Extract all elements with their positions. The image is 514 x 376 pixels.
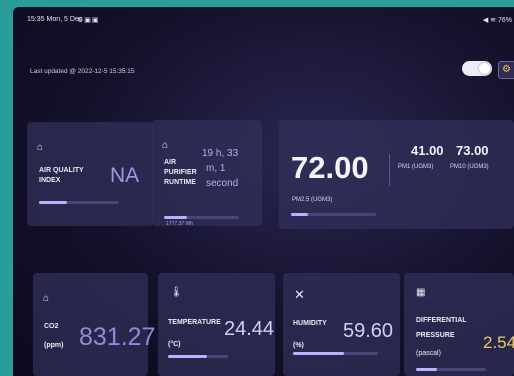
runtime-value: 19 h, 33 m, 1 second (202, 148, 239, 189)
auto-refresh-toggle[interactable] (462, 61, 492, 76)
temperature-card[interactable]: 🌡 TEMPERATURE (°C) 24.44 (158, 273, 275, 376)
runtime-card[interactable]: ⌂ AIR PURIFIER RUNTIME 19 h, 33 m, 1 second … (152, 120, 262, 227)
aqi-bar (39, 201, 119, 204)
pm10-label: PM10 (UGM3) (450, 164, 489, 170)
close-icon: ✕ (294, 287, 305, 302)
pm25-value: 72.00 (291, 150, 369, 185)
pm10-value: 73.00 (456, 143, 489, 158)
temperature-value: 24.44 (224, 318, 275, 340)
runtime-bar (164, 216, 239, 219)
pm25-label: PM2.5 (UGM3) (292, 197, 333, 203)
temperature-label: TEMPERATURE (°C) (168, 319, 221, 348)
status-bar: 15:35 Mon, 5 Dec ⚙▣▣ ◀ ≋ 76% (13, 7, 514, 31)
humidity-label: HUMIDITY (%) (293, 320, 327, 349)
co2-value: 831.27 (79, 323, 156, 351)
runtime-energy: 1777.37 Wh (166, 221, 193, 227)
status-time: 15:35 Mon, 5 Dec (27, 16, 83, 23)
pressure-card[interactable]: ▦ DIFFERENTIAL PRESSURE (pascal) 2.54 (404, 273, 514, 376)
pressure-value: 2.54 (483, 333, 514, 352)
gauge-icon: ▦ (416, 287, 426, 298)
pressure-bar (416, 368, 486, 371)
humidity-card[interactable]: ✕ HUMIDITY (%) 59.60 (283, 273, 400, 376)
battery-indicator: ◀ ≋ 76% (482, 17, 512, 24)
runtime-label: AIR PURIFIER RUNTIME (164, 159, 197, 186)
pm1-label: PM1 (UGM3) (398, 164, 434, 170)
pm25-bar (291, 213, 376, 216)
home-icon: ⌂ (43, 293, 50, 304)
filter-button[interactable]: ⚙ (498, 61, 514, 79)
home-icon: ⌂ (162, 140, 169, 151)
aqi-card[interactable]: ⌂ AIR QUALITY INDEX NA (27, 122, 153, 226)
tablet-screen: 15:35 Mon, 5 Dec ⚙▣▣ ◀ ≋ 76% Last update… (13, 7, 514, 376)
co2-card[interactable]: ⌂ CO2 (ppm) 831.27 (33, 273, 155, 376)
pressure-label: DIFFERENTIAL PRESSURE (pascal) (416, 317, 467, 357)
co2-label: CO2 (ppm) (44, 323, 64, 349)
humidity-value: 59.60 (343, 320, 394, 342)
home-icon: ⌂ (37, 142, 44, 153)
filter-icon: ⚙ (502, 64, 511, 75)
pm1-value: 41.00 (411, 143, 444, 158)
notification-icons: ⚙▣▣ (77, 17, 100, 24)
humidity-bar (293, 352, 378, 355)
pm-card[interactable]: 72.00 PM2.5 (UGM3) 41.00 PM1 (UGM3) 73.0… (279, 120, 514, 229)
temperature-bar (168, 355, 228, 358)
thermometer-icon: 🌡 (170, 287, 183, 298)
aqi-value: NA (110, 164, 140, 187)
last-updated-text: Last updated @ 2022-12-5 15:35:15 (30, 68, 135, 75)
divider (389, 154, 390, 186)
aqi-label: AIR QUALITY INDEX (39, 167, 84, 184)
